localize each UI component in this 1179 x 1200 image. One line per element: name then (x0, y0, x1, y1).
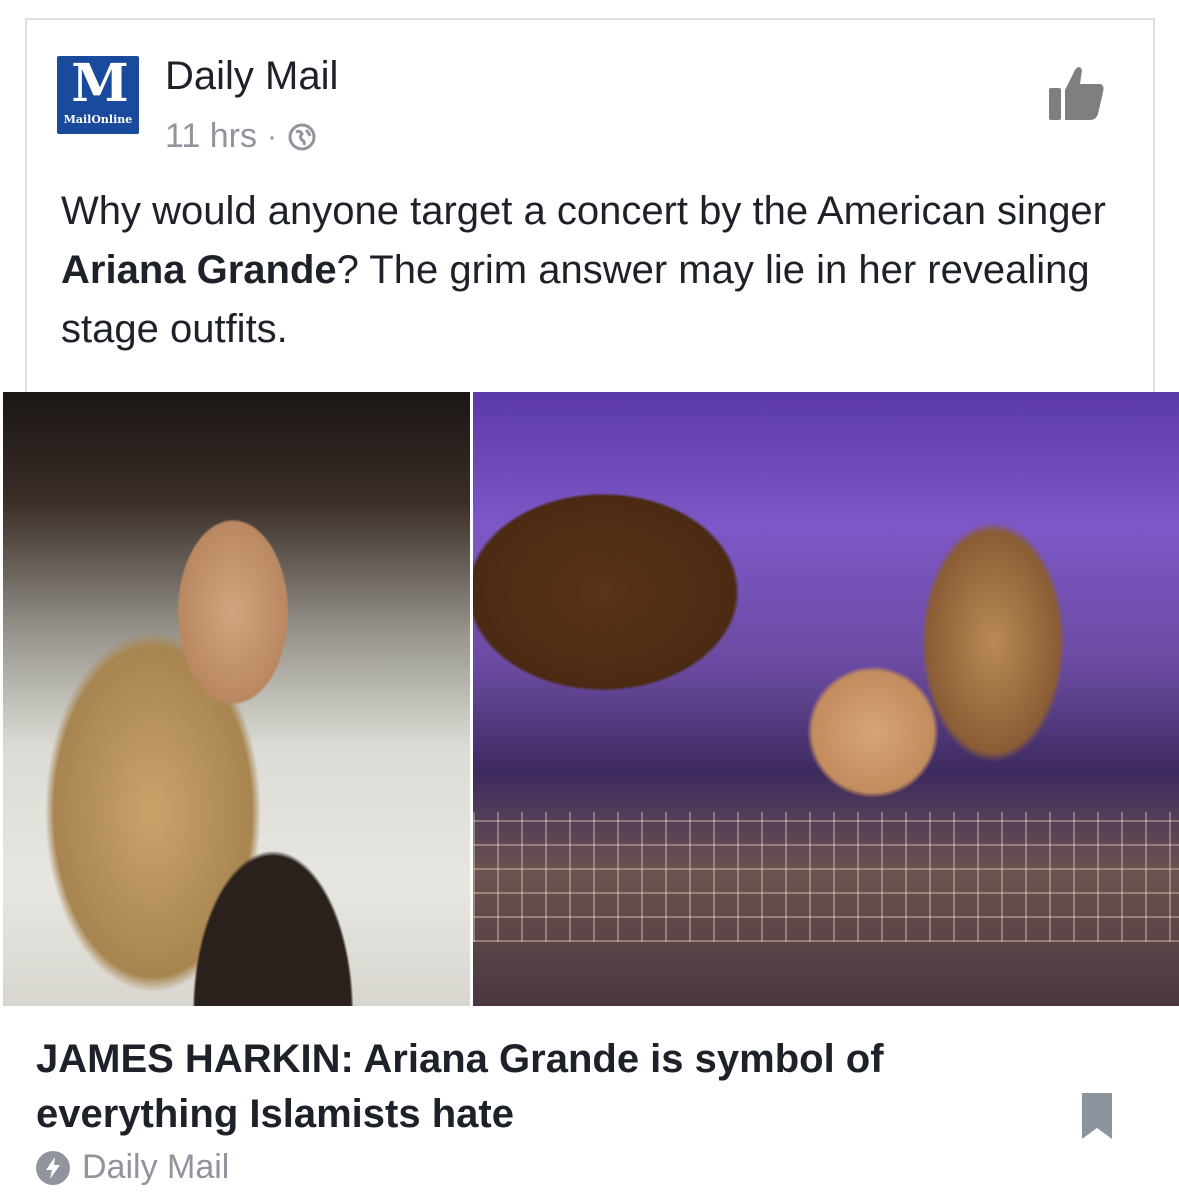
post-timestamp[interactable]: 11 hrs (165, 117, 257, 156)
link-headline[interactable]: JAMES HARKIN: Ariana Grande is symbol of… (36, 1032, 1026, 1142)
status-text-start: Why would anyone target a concert by the… (61, 189, 1106, 233)
status-mention-link[interactable]: Ariana Grande (61, 248, 337, 292)
bookmark-icon[interactable] (1079, 1090, 1115, 1142)
source-label: Daily Mail (82, 1148, 230, 1186)
globe-icon (288, 123, 316, 150)
page-name-link[interactable]: Daily Mail (165, 54, 338, 99)
meta-separator: · (266, 119, 277, 153)
logo-letter: M (71, 56, 129, 114)
like-thumb-icon[interactable] (1045, 62, 1107, 124)
post-status-text: Why would anyone target a concert by the… (61, 182, 1131, 359)
stage-grid-pattern (473, 812, 1179, 942)
link-image-right[interactable] (473, 392, 1179, 1006)
instant-article-bolt-icon (36, 1150, 70, 1185)
logo-subtext: MailOnline (63, 113, 133, 126)
post-meta: 11 hrs · (165, 117, 317, 156)
link-image-left[interactable] (3, 392, 470, 1006)
page-avatar-logo[interactable]: M MailOnline (57, 56, 139, 134)
link-source: Daily Mail (36, 1148, 229, 1187)
